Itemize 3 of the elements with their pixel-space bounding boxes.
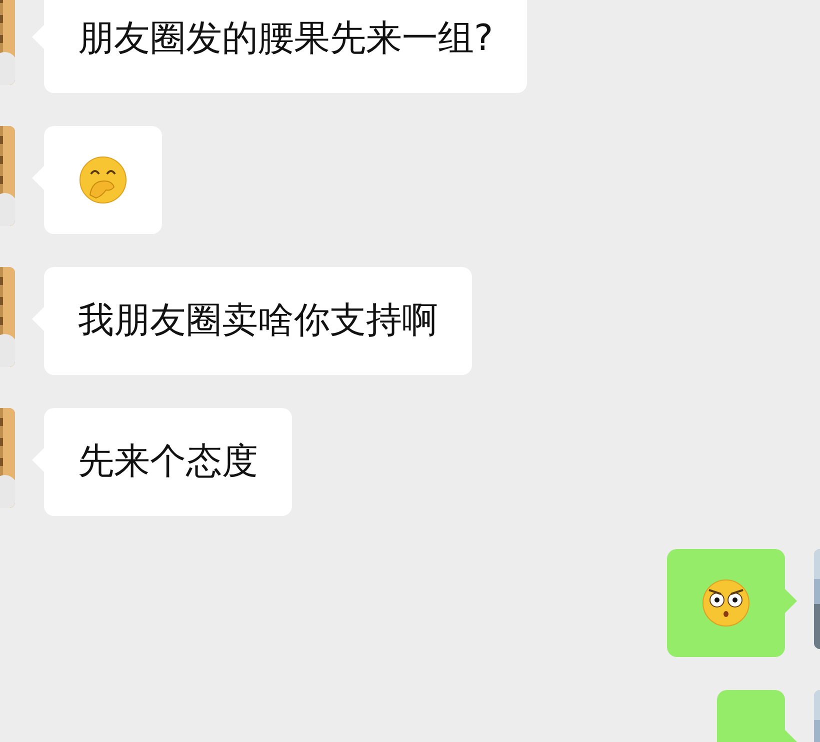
message-bubble: 我朋友圈卖啥你支持啊 (44, 267, 472, 375)
message-bubble: 先来个态度 (44, 408, 292, 516)
message-bubble: 朋友圈发的腰果先来一组? (44, 0, 528, 93)
